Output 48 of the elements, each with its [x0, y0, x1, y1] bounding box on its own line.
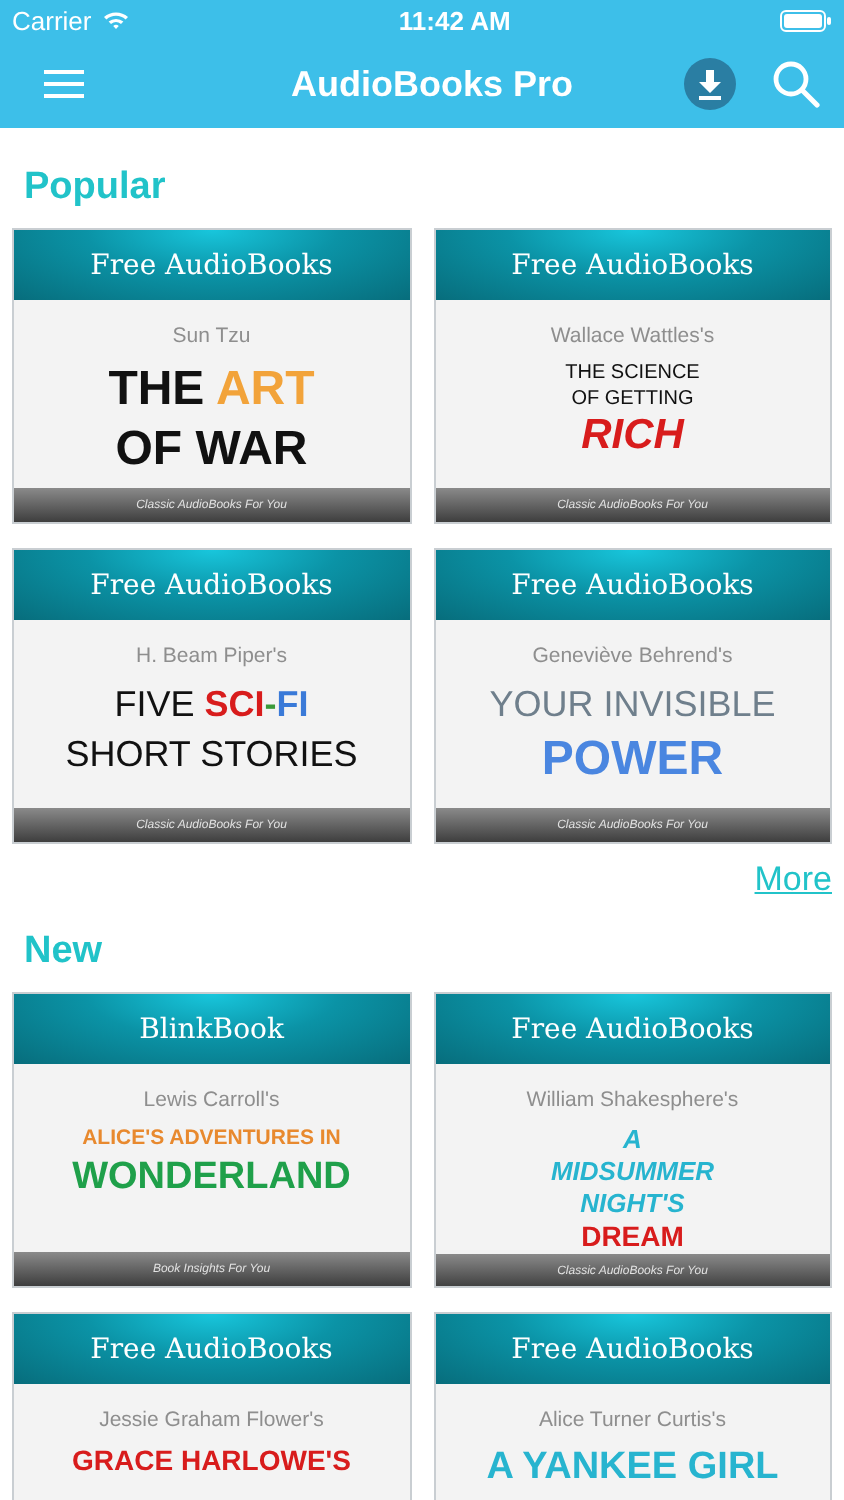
title-line: WONDERLAND: [72, 1154, 351, 1202]
section-heading: New: [22, 928, 105, 976]
publisher-banner: Free AudioBooks: [435, 230, 830, 300]
author-name: Jessie Graham Flower's: [99, 1408, 324, 1432]
title-line: RICH: [581, 412, 684, 460]
title-line: YOUR INVISIBLE: [489, 682, 776, 728]
author-name: H. Beam Piper's: [135, 644, 288, 668]
title-line: THE ART: [108, 360, 315, 420]
title-line: POWER: [541, 730, 724, 790]
title-line: A: [623, 1124, 642, 1156]
publisher-banner: Free AudioBooks: [435, 994, 830, 1064]
search-icon: [772, 60, 820, 108]
author-name: William Shakesphere's: [526, 1088, 739, 1112]
app-title: AudioBooks Pro: [290, 63, 573, 105]
battery-icon: [780, 9, 832, 31]
clock-time: 11:42 AM: [398, 5, 511, 35]
book-cover[interactable]: Free AudioBooks Alice Turner Curtis's A YANKEE GIRL: [433, 1312, 832, 1500]
publisher-banner: Free AudioBooks: [14, 230, 409, 300]
title-line: SHORT STORIES: [65, 732, 358, 778]
author-name: Sun Tzu: [172, 324, 251, 348]
author-name: Alice Turner Curtis's: [538, 1408, 727, 1432]
search-button[interactable]: [772, 60, 820, 108]
title-line: GRACE HARLOWE'S: [72, 1444, 351, 1478]
download-button[interactable]: [684, 58, 736, 110]
title-line: A YANKEE GIRL: [486, 1444, 779, 1492]
title-line: NIGHT'S: [580, 1188, 685, 1220]
title-line: THE SCIENCE: [565, 360, 700, 386]
author-name: Geneviève Behrend's: [532, 644, 733, 668]
publisher-banner: Free AudioBooks: [14, 550, 409, 620]
title-line: OF WAR: [115, 420, 308, 480]
book-cover[interactable]: Free AudioBooks Jessie Graham Flower's GRACE HARLOWE'S: [12, 1312, 411, 1500]
download-icon: [684, 58, 736, 110]
publisher-banner: Free AudioBooks: [435, 550, 830, 620]
title-line: DREAM: [581, 1220, 684, 1254]
menu-icon: [44, 70, 84, 98]
title-line: FIVE SCI-FI: [114, 682, 309, 728]
publisher-banner: BlinkBook: [14, 994, 409, 1064]
title-line: ALICE'S ADVENTURES IN: [82, 1124, 341, 1154]
publisher-banner: Free AudioBooks: [14, 1314, 409, 1384]
title-line: OF GETTING: [571, 386, 694, 412]
title-line: MIDSUMMER: [550, 1156, 715, 1188]
wifi-icon: [101, 10, 130, 30]
section-heading: Popular: [22, 164, 168, 212]
menu-button[interactable]: [44, 70, 84, 98]
author-name: Wallace Wattles's: [550, 324, 715, 348]
author-name: Lewis Carroll's: [143, 1088, 280, 1112]
carrier-label: Carrier: [12, 5, 92, 35]
publisher-banner: Free AudioBooks: [435, 1314, 830, 1384]
